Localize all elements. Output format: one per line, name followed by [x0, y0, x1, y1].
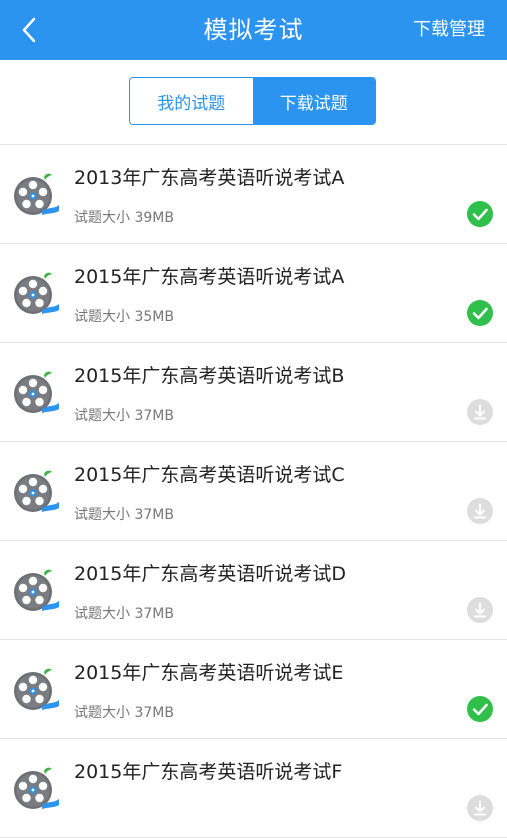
list-item[interactable]: 2013年广东高考英语听说考试A 试题大小 39MB — [0, 145, 507, 244]
film-reel-icon — [12, 666, 60, 714]
download-icon — [467, 399, 493, 425]
list-item[interactable]: 2015年广东高考英语听说考试E 试题大小 37MB — [0, 640, 507, 739]
exam-title: 2015年广东高考英语听说考试C — [74, 464, 345, 486]
downloaded-status[interactable] — [467, 696, 493, 722]
download-icon — [467, 795, 493, 821]
tab-my-questions[interactable]: 我的试题 — [130, 78, 253, 124]
exam-size: 试题大小 37MB — [74, 408, 174, 424]
top-bar: 模拟考试 下载管理 — [0, 0, 507, 60]
exam-title: 2015年广东高考英语听说考试F — [74, 761, 343, 783]
downloaded-status[interactable] — [467, 201, 493, 227]
download-icon — [467, 498, 493, 524]
tab-download-questions[interactable]: 下载试题 — [252, 78, 375, 124]
film-reel-icon — [12, 468, 60, 516]
exam-title: 2015年广东高考英语听说考试D — [74, 563, 346, 585]
film-reel-icon — [12, 369, 60, 417]
list-item[interactable]: 2015年广东高考英语听说考试D 试题大小 37MB — [0, 541, 507, 640]
film-reel-icon — [12, 765, 60, 813]
downloaded-check-icon — [467, 696, 493, 722]
film-reel-icon — [12, 567, 60, 615]
film-reel-icon — [12, 171, 60, 219]
downloaded-check-icon — [467, 201, 493, 227]
download-button[interactable] — [467, 795, 493, 821]
exam-title: 2015年广东高考英语听说考试E — [74, 662, 344, 684]
exam-title: 2015年广东高考英语听说考试A — [74, 266, 345, 288]
list-item[interactable]: 2015年广东高考英语听说考试A 试题大小 35MB — [0, 244, 507, 343]
exam-size: 试题大小 35MB — [74, 309, 174, 325]
download-manage-button[interactable]: 下载管理 — [413, 0, 485, 60]
exam-title: 2015年广东高考英语听说考试B — [74, 365, 345, 387]
download-button[interactable] — [467, 498, 493, 524]
download-icon — [467, 597, 493, 623]
exam-list: 2013年广东高考英语听说考试A 试题大小 39MB 2015年广东高考英语听说… — [0, 145, 507, 838]
download-button[interactable] — [467, 597, 493, 623]
segmented-control: 我的试题 下载试题 — [129, 77, 376, 125]
list-item[interactable]: 2015年广东高考英语听说考试F — [0, 739, 507, 838]
download-button[interactable] — [467, 399, 493, 425]
list-item[interactable]: 2015年广东高考英语听说考试B 试题大小 37MB — [0, 343, 507, 442]
exam-title: 2013年广东高考英语听说考试A — [74, 167, 345, 189]
film-reel-icon — [12, 270, 60, 318]
downloaded-check-icon — [467, 300, 493, 326]
exam-size: 试题大小 37MB — [74, 606, 174, 622]
downloaded-status[interactable] — [467, 300, 493, 326]
exam-size: 试题大小 37MB — [74, 507, 174, 523]
list-item[interactable]: 2015年广东高考英语听说考试C 试题大小 37MB — [0, 442, 507, 541]
exam-size: 试题大小 39MB — [74, 210, 174, 226]
tab-bar: 我的试题 下载试题 — [0, 60, 507, 145]
exam-size: 试题大小 37MB — [74, 705, 174, 721]
